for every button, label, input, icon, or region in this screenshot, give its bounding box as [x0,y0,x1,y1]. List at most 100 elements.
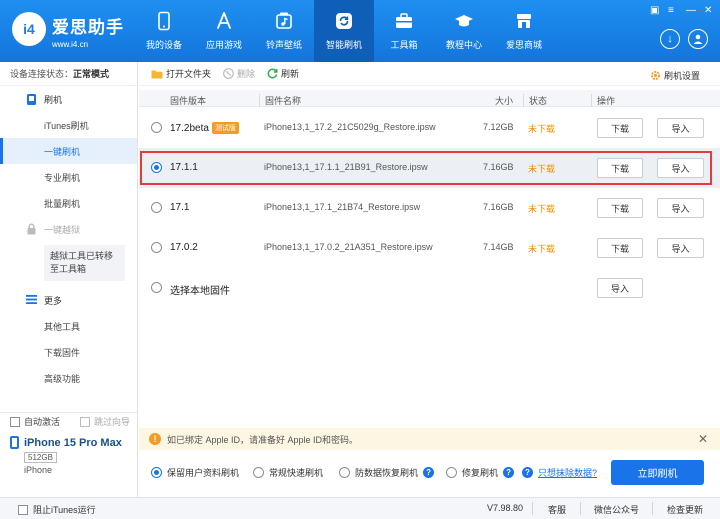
local-firmware-row[interactable]: 选择本地固件 导入 [139,268,720,308]
close-icon[interactable]: ✕ [704,6,712,16]
flash-refresh-icon [336,13,352,29]
firmware-status: 未下载 [528,244,556,254]
anti-recovery-label: 防数据恢复刷机 [355,468,419,478]
col-size: 大小 [495,96,514,106]
divider [532,502,533,515]
nav-my-device[interactable]: 我的设备 [134,0,194,62]
download-button[interactable]: 下载 [597,118,643,138]
user-icon[interactable] [688,29,708,49]
folder-icon [151,70,163,78]
firmware-version: 17.2beta 测试版 [170,122,239,134]
local-firmware-radio[interactable] [151,282,162,293]
skip-guide-checkbox[interactable] [80,416,91,427]
brand: 爱思助手 www.i4.cn [52,13,124,49]
auto-activate-checkbox[interactable] [10,416,20,427]
graduation-cap-icon [455,15,473,27]
flash-settings-label: 刷机设置 [663,71,700,81]
firmware-size: 7.12GB [483,122,514,132]
nav-label: 铃声壁纸 [265,40,302,50]
nav-apps-games[interactable]: 应用游戏 [194,0,254,62]
import-button[interactable]: 导入 [657,118,704,138]
repair-label: 修复刷机 [462,468,499,478]
support-link[interactable]: 客服 [548,503,566,516]
refresh-button[interactable]: 刷新 [267,67,299,80]
firmware-row[interactable]: 17.0.2 iPhone13,1_17.0.2_21A351_Restore.… [139,228,720,268]
erase-only-link[interactable]: ? 只想抹除数据? [522,466,597,479]
sidebar: 设备连接状态： 正常模式 刷机 iTunes刷机 一键刷机 专业刷机 批量刷机 一… [0,62,138,497]
store-icon [517,14,531,28]
device-model: iPhone [24,465,53,475]
nav-toolbox[interactable]: 工具箱 [374,0,434,62]
sidebar-item-batch-flash[interactable]: 批量刷机 [0,190,137,216]
help-icon[interactable]: ? [423,467,435,478]
option-repair[interactable]: 修复刷机 ? [446,466,515,479]
download-button[interactable]: 下载 [597,198,643,218]
sidebar-item-itunes-flash[interactable]: iTunes刷机 [0,112,137,138]
open-folder-button[interactable]: 打开文件夹 [151,67,211,80]
sidebar-group-more[interactable]: 更多 [0,287,137,313]
nav-smart-flash[interactable]: 智能刷机 [314,0,374,62]
help-icon[interactable]: ? [503,467,515,478]
import-button[interactable]: 导入 [657,238,704,258]
option-keep-data[interactable]: 保留用户资料刷机 [151,466,239,479]
close-notice-icon[interactable]: ✕ [698,432,708,446]
nav-ringtones-wallpapers[interactable]: 铃声壁纸 [254,0,314,62]
firmware-size: 7.14GB [483,242,514,252]
flash-now-button[interactable]: 立即刷机 [611,460,704,485]
block-itunes-checkbox[interactable] [18,504,28,515]
keep-data-radio[interactable] [151,467,162,478]
device-card[interactable]: iPhone 15 Pro Max 512GB iPhone [0,430,137,475]
col-version: 固件版本 [170,96,207,106]
firmware-row[interactable]: 17.1 iPhone13,1_17.1_21B74_Restore.ipsw … [139,188,720,228]
sidebar-item-other-tools[interactable]: 其他工具 [0,313,137,339]
skin-icon[interactable]: ▣ [650,6,659,16]
option-anti-recovery[interactable]: 防数据恢复刷机 ? [339,466,435,479]
nav-store[interactable]: 爱思商城 [494,0,554,62]
minimize-icon[interactable]: — [686,6,696,16]
download-button[interactable]: 下载 [597,238,643,258]
divider [652,502,653,515]
firmware-file: iPhone13,1_17.0.2_21A351_Restore.ipsw [264,242,433,252]
firmware-radio[interactable] [151,242,162,253]
connection-status: 设备连接状态： 正常模式 [0,62,137,86]
option-normal-fast[interactable]: 常规快速刷机 [253,466,323,479]
firmware-file: iPhone13,1_17.1_21B74_Restore.ipsw [264,202,421,212]
nav-label: 爱思商城 [505,40,542,50]
erase-only-label[interactable]: 只想抹除数据? [538,466,597,479]
sidebar-item-advanced[interactable]: 高级功能 [0,365,137,391]
sidebar-item-pro-flash[interactable]: 专业刷机 [0,164,137,190]
nav-label: 我的设备 [145,40,182,50]
keep-data-label: 保留用户资料刷机 [167,468,240,478]
download-manager-icon[interactable]: ↓ [660,29,680,49]
sidebar-item-download-firmware[interactable]: 下载固件 [0,339,137,365]
nav-tutorials[interactable]: 教程中心 [434,0,494,62]
firmware-radio[interactable] [151,202,162,213]
sidebar-bottom: 自动激活 跳过向导 iPhone 15 Pro Max 512GB iPhone [0,412,137,475]
nav-label: 智能刷机 [325,40,362,50]
selection-highlight [140,151,712,185]
normal-fast-radio[interactable] [253,467,264,478]
status-bar: 阻止iTunes运行 V7.98.80 客服 微信公众号 检查更新 [0,497,720,519]
import-button[interactable]: 导入 [657,198,704,218]
sidebar-group-flash[interactable]: 刷机 [0,86,137,112]
block-itunes-row[interactable]: 阻止iTunes运行 [18,503,96,516]
anti-recovery-radio[interactable] [339,467,350,478]
firmware-radio[interactable] [151,122,162,133]
firmware-size: 7.16GB [483,202,514,212]
flash-settings-button[interactable]: 刷机设置 [650,69,700,82]
check-update-link[interactable]: 检查更新 [667,503,703,516]
col-status: 状态 [523,94,547,107]
notice-text: 如已绑定 Apple ID，请准备好 Apple ID和密码。 [167,434,359,445]
help-icon: ? [522,467,533,478]
import-local-button[interactable]: 导入 [597,278,643,298]
firmware-row[interactable]: 17.2beta 测试版 iPhone13,1_17.2_21C5029g_Res… [139,108,720,148]
status-label: 设备连接状态： [10,69,74,79]
wechat-link[interactable]: 微信公众号 [594,503,639,516]
nav-label: 教程中心 [445,40,482,50]
menu-icon[interactable]: ≡ [668,6,674,16]
delete-button[interactable]: 删除 [223,67,255,80]
repair-radio[interactable] [446,467,457,478]
jailbreak-note: 越狱工具已转移至工具箱 [44,245,125,281]
sidebar-item-one-click-flash[interactable]: 一键刷机 [0,138,137,164]
status-value: 正常模式 [73,69,110,79]
